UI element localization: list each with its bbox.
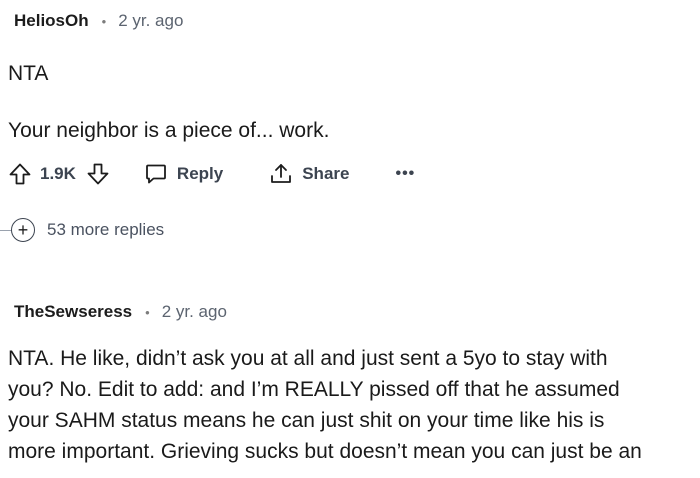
share-label: Share [302, 164, 350, 183]
more-replies-label: 53 more replies [47, 220, 165, 239]
comment-text-line: you? No. Edit to add: and I’m REALLY pis… [8, 378, 620, 401]
comment-action-bar: 1.9K Reply Share ••• [8, 158, 415, 190]
comment-text-line: NTA. He like, didn’t ask you at all and … [8, 347, 608, 370]
timestamp[interactable]: 2 yr. ago [162, 302, 227, 322]
comment-text-line: NTA [8, 62, 49, 85]
expand-plus-icon: + [11, 218, 35, 242]
timestamp[interactable]: 2 yr. ago [118, 11, 183, 31]
username[interactable]: TheSewseress [14, 302, 132, 322]
share-icon [269, 162, 293, 186]
thread-line [0, 229, 11, 231]
vote-count: 1.9K [40, 164, 76, 183]
comment-header: TheSewseress • 2 yr. ago [14, 302, 227, 322]
more-options-icon[interactable]: ••• [395, 165, 415, 183]
reply-button[interactable]: Reply [144, 162, 223, 186]
comment-text-line: your SAHM status means he can just shit … [8, 409, 605, 432]
separator-dot: • [101, 13, 107, 29]
comment-header: HeliosOh • 2 yr. ago [14, 11, 183, 31]
more-replies-button[interactable]: + 53 more replies [0, 216, 164, 244]
username[interactable]: HeliosOh [14, 11, 89, 31]
comments-page: HeliosOh • 2 yr. ago NTA Your neighbor i… [0, 0, 700, 478]
downvote-icon[interactable] [86, 162, 110, 186]
upvote-icon[interactable] [8, 162, 32, 186]
reply-label: Reply [176, 164, 224, 183]
comment-text-line: more important. Grieving sucks but doesn… [8, 440, 642, 463]
share-button[interactable]: Share [269, 162, 349, 186]
comment-text-line: Your neighbor is a piece of... work. [8, 119, 330, 142]
reply-icon [144, 162, 168, 186]
separator-dot: • [145, 304, 150, 320]
